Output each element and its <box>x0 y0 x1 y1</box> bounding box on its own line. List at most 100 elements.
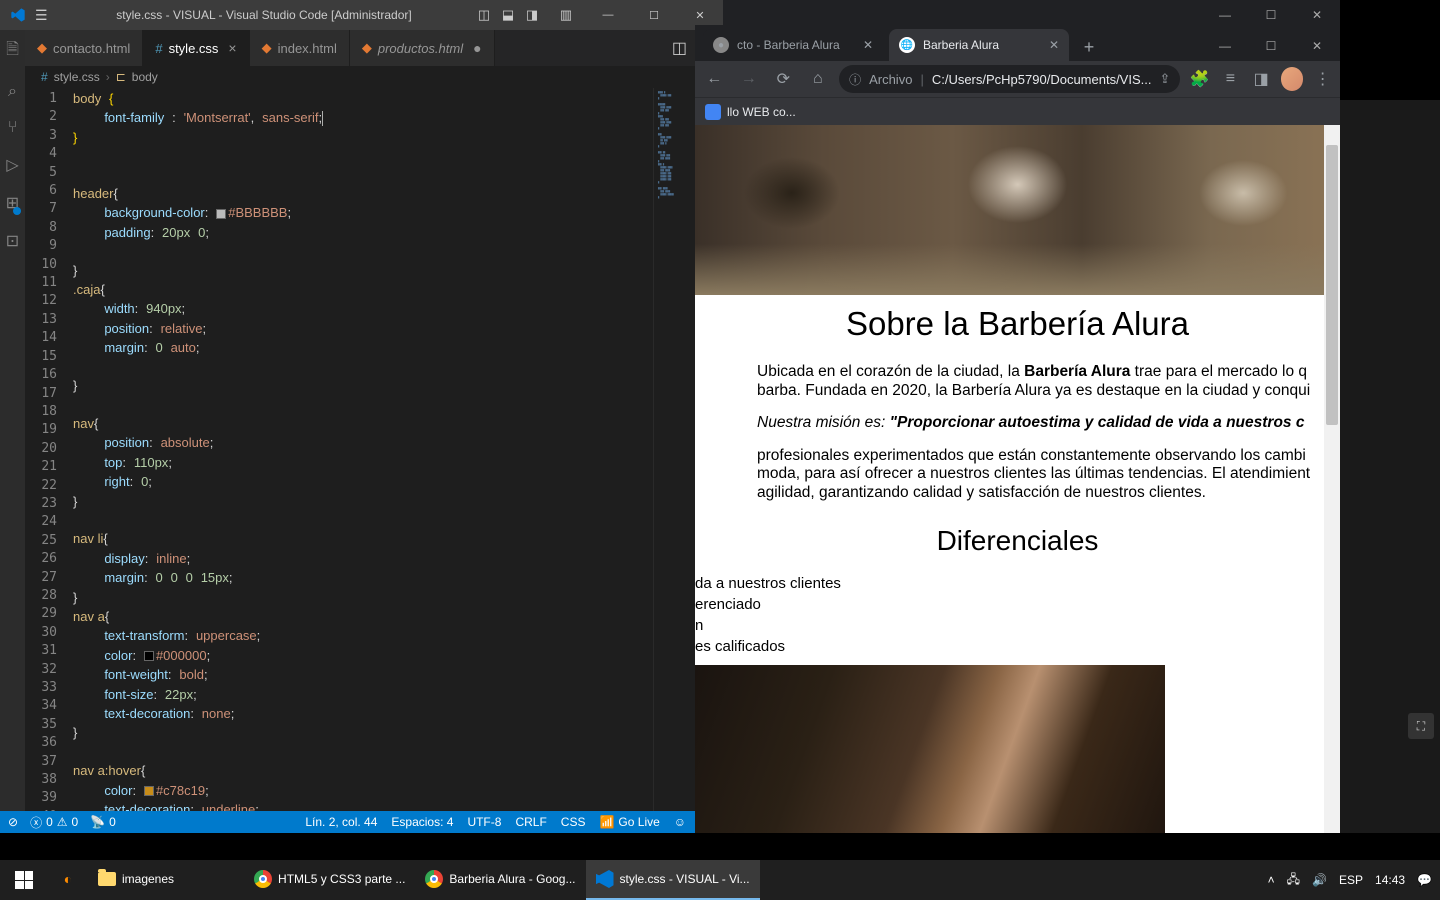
editor-tab[interactable]: ◆contacto.html <box>25 30 143 66</box>
port-indicator[interactable]: 📡 0 <box>90 815 116 829</box>
address-bar[interactable]: ⓘ Archivo | C:/Users/PcHp5790/Documents/… <box>839 65 1180 93</box>
chrome-tab-active[interactable]: 🌐 Barberia Alura ✕ <box>889 29 1069 61</box>
editor-tab[interactable]: # style.css × <box>143 30 249 66</box>
indent-indicator[interactable]: Espacios: 4 <box>391 815 453 829</box>
remote-indicator[interactable]: ⊘ <box>8 815 18 829</box>
tab-close-icon[interactable]: ✕ <box>863 38 873 52</box>
paragraph: agilidad, garantizando calidad y satisfa… <box>757 484 1340 503</box>
chrome-maximize-button[interactable]: ☐ <box>1248 31 1294 61</box>
remote-icon[interactable]: ⊡ <box>6 231 19 251</box>
profile-avatar[interactable] <box>1281 67 1304 91</box>
chrome-window: ● cto - Barberia Alura ✕ 🌐 Barberia Alur… <box>695 25 1340 833</box>
layout-icon[interactable]: ▥ <box>555 4 577 26</box>
taskbar-item-active[interactable]: style.css - VISUAL - Vi... <box>586 860 760 900</box>
problems-indicator[interactable]: ⓧ 0 ⚠ 0 <box>30 814 78 831</box>
editor-tab[interactable]: ◆ productos.html ● <box>350 30 495 66</box>
page-h2: Diferenciales <box>695 525 1340 557</box>
search-icon[interactable]: ⌕ <box>8 83 17 101</box>
site-info-icon[interactable]: ⓘ <box>849 71 861 88</box>
taskbar-item[interactable]: imagenes <box>88 860 184 900</box>
reload-button[interactable]: ⟳ <box>770 65 797 93</box>
status-bar: ⊘ ⓧ 0 ⚠ 0 📡 0 Lín. 2, col. 44 Espacios: … <box>0 811 723 833</box>
tray-notifications-icon[interactable]: 💬 <box>1417 873 1432 887</box>
back-button[interactable]: ← <box>701 65 728 93</box>
system-tray: ˄ 🖧 🔊 ESP 14:43 💬 <box>1268 870 1440 891</box>
share-icon[interactable]: ⇪ <box>1159 71 1170 87</box>
folder-icon <box>98 872 116 886</box>
side-panel-icon[interactable]: ◨ <box>1250 67 1273 91</box>
breadcrumb[interactable]: # style.css › ⊏ body <box>25 66 723 88</box>
minimize-button[interactable]: — <box>585 0 631 30</box>
html-file-icon: ◆ <box>362 40 372 56</box>
chrome-icon <box>254 870 272 888</box>
source-control-icon[interactable]: ⑂ <box>8 119 18 137</box>
window-title: style.css - VISUAL - Visual Studio Code … <box>55 8 473 22</box>
tab-close-icon[interactable]: × <box>228 40 236 56</box>
chrome-toolbar: ← → ⟳ ⌂ ⓘ Archivo | C:/Users/PcHp5790/Do… <box>695 61 1340 97</box>
tray-volume-icon[interactable]: 🔊 <box>1312 873 1327 887</box>
vscode-titlebar[interactable]: ☰ style.css - VISUAL - Visual Studio Cod… <box>0 0 723 30</box>
reading-list-icon[interactable]: ≡ <box>1219 67 1242 91</box>
chrome-tab[interactable]: ● cto - Barberia Alura ✕ <box>703 29 883 61</box>
css-file-icon: # <box>155 41 162 56</box>
panel-bottom-icon[interactable]: ⬓ <box>497 4 519 26</box>
eol-indicator[interactable]: CRLF <box>515 815 546 829</box>
maximize-button[interactable]: ☐ <box>631 0 677 30</box>
taskbar-search[interactable]: ◐ <box>48 860 88 900</box>
editor-tabs: ◆contacto.html # style.css × ◆ index.html ◆ pro… <box>25 30 723 66</box>
list-item: n <box>695 615 1340 636</box>
menu-icon[interactable]: ☰ <box>35 7 55 24</box>
code-editor[interactable]: 1234567891011121314151617181920212223242… <box>25 88 723 811</box>
home-button[interactable]: ⌂ <box>805 65 832 93</box>
bookmark-item[interactable]: llo WEB co... <box>727 105 796 119</box>
breadcrumb-symbol: body <box>132 70 158 84</box>
page-h1: Sobre la Barbería Alura <box>695 305 1340 343</box>
tab-label: productos.html <box>378 41 463 56</box>
chrome-menu-icon[interactable]: ⋮ <box>1311 67 1334 91</box>
explorer-icon[interactable]: 🗎 <box>6 38 19 65</box>
chrome-close-button[interactable]: ✕ <box>1294 31 1340 61</box>
panel-right-icon[interactable]: ◨ <box>521 4 543 26</box>
golive-button[interactable]: 📶 Go Live <box>599 815 659 829</box>
html-file-icon: ◆ <box>262 40 272 56</box>
cursor-position[interactable]: Lín. 2, col. 44 <box>305 815 377 829</box>
tray-network-icon[interactable]: 🖧 <box>1287 870 1300 891</box>
tab-label: index.html <box>278 41 337 56</box>
bookmark-folder-icon <box>705 104 721 120</box>
url-scheme-label: Archivo <box>869 72 912 87</box>
taskbar: ◐ imagenes HTML5 y CSS3 parte ... Barber… <box>0 860 1440 900</box>
start-button[interactable] <box>0 860 48 900</box>
tray-language[interactable]: ESP <box>1339 873 1363 887</box>
vscode-icon <box>596 870 614 888</box>
taskbar-item[interactable]: HTML5 y CSS3 parte ... <box>244 860 415 900</box>
html-file-icon: ◆ <box>37 40 47 56</box>
fullscreen-icon[interactable]: ⛶ <box>1408 713 1434 739</box>
tray-clock[interactable]: 14:43 <box>1375 873 1405 887</box>
panel-left-icon[interactable]: ◫ <box>473 4 495 26</box>
tray-chevron-icon[interactable]: ˄ <box>1268 873 1275 887</box>
chrome-icon <box>425 870 443 888</box>
tab-close-icon[interactable]: ✕ <box>1049 38 1059 52</box>
language-indicator[interactable]: CSS <box>561 815 586 829</box>
taskbar-item[interactable]: Barberia Alura - Goog... <box>415 860 585 900</box>
split-editor-icon[interactable]: ◫ <box>672 38 687 58</box>
encoding-indicator[interactable]: UTF-8 <box>467 815 501 829</box>
tab-modified-icon: ● <box>473 40 481 56</box>
tab-label: style.css <box>169 41 219 56</box>
extensions-icon[interactable]: 🧩 <box>1188 67 1211 91</box>
feedback-icon[interactable]: ☺ <box>674 815 686 829</box>
chrome-minimize-button[interactable]: — <box>1202 31 1248 61</box>
paragraph: barba. Fundada en 2020, la Barbería Alur… <box>757 382 1340 401</box>
banner-image <box>695 125 1340 295</box>
dark-side-panel: ⛶ <box>1340 100 1440 833</box>
new-tab-button[interactable]: + <box>1075 33 1103 61</box>
editor-tab[interactable]: ◆ index.html <box>250 30 350 66</box>
vscode-window: ☰ style.css - VISUAL - Visual Studio Cod… <box>0 0 723 833</box>
page-scrollbar[interactable] <box>1324 125 1340 833</box>
favicon-icon: 🌐 <box>899 37 915 53</box>
page-content[interactable]: Sobre la Barbería Alura Ubicada en el co… <box>695 125 1340 833</box>
forward-button[interactable]: → <box>736 65 763 93</box>
debug-icon[interactable]: ▷ <box>6 155 18 175</box>
extensions-icon[interactable]: ⊞ <box>6 193 19 213</box>
list-item: es calificados <box>695 636 1340 657</box>
